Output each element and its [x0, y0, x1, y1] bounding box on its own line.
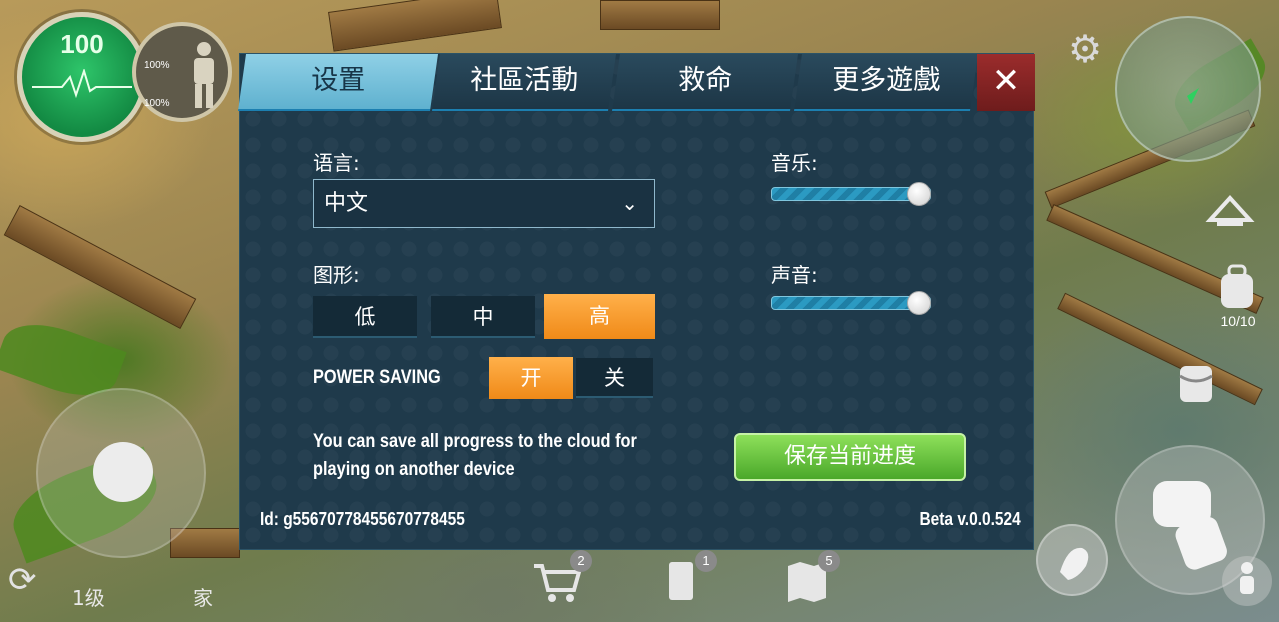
soldier-icon: [194, 42, 214, 108]
power-saving-label: POWER SAVING: [313, 367, 441, 388]
stone-wall: [3, 205, 197, 329]
version-label: Beta v.0.0.524: [919, 509, 1021, 529]
survival-stats: 100% 100%: [132, 22, 232, 122]
tab-community[interactable]: 社區活動: [431, 54, 617, 111]
close-button[interactable]: ✕: [977, 54, 1035, 111]
player-arrow-icon: [1187, 88, 1199, 104]
player-id: Id: g5567077845567077845​5: [260, 509, 465, 529]
joystick-knob[interactable]: [93, 442, 153, 502]
graphics-low-button[interactable]: 低: [313, 296, 417, 338]
language-select[interactable]: 中文 ⌄: [313, 179, 655, 228]
music-slider-thumb[interactable]: [906, 182, 931, 206]
power-saving-on-button[interactable]: 开: [489, 357, 573, 399]
crafting-badge: 5: [818, 550, 840, 572]
heartbeat-icon: [32, 69, 132, 99]
food-percent: 100%: [144, 60, 170, 71]
movement-joystick[interactable]: [36, 388, 206, 558]
journal-icon[interactable]: [666, 560, 696, 602]
wood-plank: [328, 0, 502, 52]
health-value: 100: [60, 29, 104, 59]
shop-badge: 2: [570, 550, 592, 572]
graphics-label: 图形:: [313, 263, 360, 287]
home-label[interactable]: 家: [193, 582, 213, 611]
settings-dialog: 设置 社區活動 救命 更多遊戲 ✕ 语言: 中文 ⌄ 图形: 低 中 高 POW…: [237, 53, 1035, 550]
tab-more-games-label: 更多遊戲: [832, 65, 941, 96]
backpack-icon[interactable]: [1215, 262, 1259, 312]
bottom-bar: ⟳ 1级 家 2 1 5: [0, 550, 1279, 622]
save-progress-button[interactable]: 保存当前进度: [734, 433, 966, 481]
tab-more-games[interactable]: 更多遊戲: [793, 54, 979, 111]
settings-gear-icon[interactable]: ⚙: [1068, 30, 1102, 68]
graphics-high-button[interactable]: 高: [544, 294, 655, 339]
tab-settings-label: 设置: [311, 65, 366, 96]
water-percent: 100%: [144, 98, 170, 109]
power-saving-off-button[interactable]: 关: [576, 358, 653, 398]
build-icon[interactable]: [1205, 190, 1255, 230]
cloud-save-description: You can save all progress to the cloud f…: [313, 431, 637, 480]
tab-help[interactable]: 救命: [611, 54, 799, 111]
sound-label: 声音:: [771, 263, 818, 287]
cycle-icon[interactable]: ⟳: [8, 560, 37, 600]
pocket-icon[interactable]: [1176, 362, 1216, 406]
health-meter: 100: [17, 12, 147, 142]
journal-badge: 1: [695, 550, 717, 572]
sound-slider[interactable]: [771, 291, 931, 315]
graphics-medium-button[interactable]: 中: [431, 296, 535, 338]
chevron-down-icon: ⌄: [621, 191, 638, 215]
backpack-count: 10/10: [1220, 313, 1256, 329]
language-label: 语言:: [313, 151, 360, 175]
tab-help-label: 救命: [678, 65, 733, 96]
minimap[interactable]: [1115, 16, 1261, 162]
sound-slider-thumb[interactable]: [906, 291, 931, 315]
tab-settings[interactable]: 设置: [237, 54, 439, 111]
language-value: 中文: [324, 191, 369, 216]
tab-community-label: 社區活動: [470, 65, 579, 96]
close-icon: ✕: [991, 61, 1021, 101]
level-label: 1级: [72, 586, 105, 610]
wood-plank: [600, 0, 720, 30]
music-label: 音乐:: [771, 151, 818, 175]
music-slider[interactable]: [771, 182, 931, 206]
tab-bar: 设置 社區活動 救命 更多遊戲 ✕: [237, 54, 1035, 111]
